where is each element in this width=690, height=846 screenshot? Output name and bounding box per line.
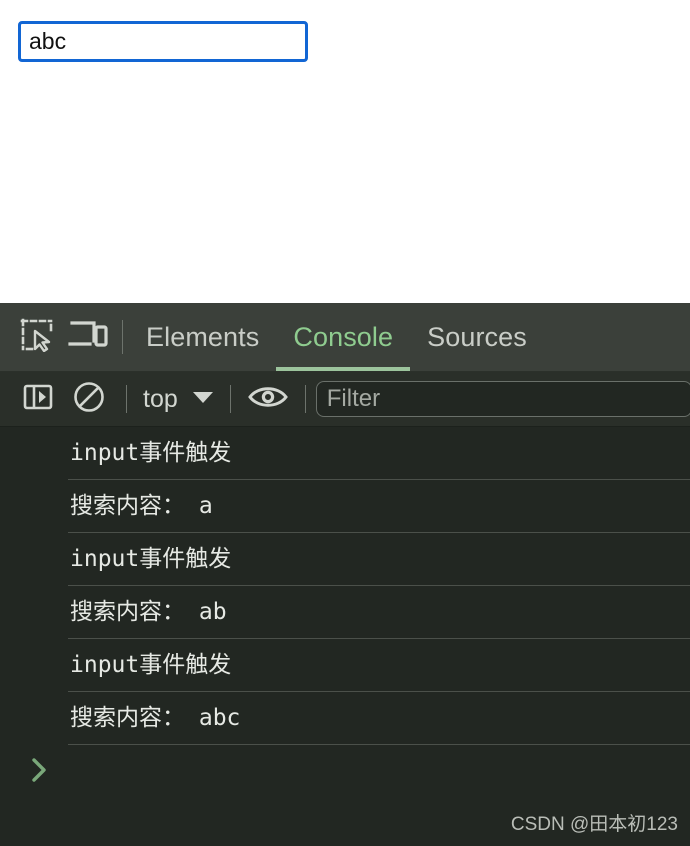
devtools-tabbar: Elements Console Sources bbox=[0, 303, 690, 372]
show-console-sidebar-icon bbox=[22, 381, 54, 418]
console-message-text: 搜索内容： ab bbox=[70, 599, 227, 625]
tabbar-separator bbox=[122, 320, 123, 354]
inspect-element-button[interactable] bbox=[14, 303, 60, 371]
devtools-panel: Elements Console Sources top Filter inpu… bbox=[0, 303, 690, 846]
csdn-watermark: CSDN @田本初123 bbox=[510, 814, 678, 835]
search-input[interactable] bbox=[18, 21, 308, 62]
console-message-text: input事件触发 bbox=[70, 652, 232, 678]
inspect-element-icon bbox=[20, 318, 54, 357]
toolbar-separator-2 bbox=[229, 385, 231, 413]
console-message-text: 搜索内容： abc bbox=[70, 705, 241, 731]
console-prompt[interactable] bbox=[0, 745, 690, 799]
clear-console-icon bbox=[72, 380, 106, 419]
tab-elements[interactable]: Elements bbox=[129, 303, 276, 371]
live-expression-button[interactable] bbox=[239, 372, 297, 426]
console-toolbar: top bbox=[0, 372, 690, 427]
toolbar-separator-3 bbox=[304, 385, 306, 413]
tab-console-label: Console bbox=[293, 321, 394, 352]
device-toolbar-icon bbox=[68, 319, 108, 356]
toolbar-separator-1 bbox=[126, 385, 127, 413]
web-page-area bbox=[0, 0, 690, 303]
console-message-text: input事件触发 bbox=[70, 546, 232, 572]
console-message-text: 搜索内容： a bbox=[70, 493, 213, 519]
console-sidebar-toggle-button[interactable] bbox=[16, 372, 60, 426]
console-message-row[interactable]: input事件触发 bbox=[0, 639, 690, 692]
prompt-chevron-icon bbox=[30, 756, 50, 789]
tab-elements-label: Elements bbox=[146, 321, 260, 352]
console-message-row[interactable]: 搜索内容： abc bbox=[0, 692, 690, 745]
console-message-row[interactable]: input事件触发 bbox=[0, 427, 690, 480]
console-message-row[interactable]: 搜索内容： a bbox=[0, 480, 690, 533]
console-message-text: input事件触发 bbox=[70, 440, 232, 466]
device-toolbar-button[interactable] bbox=[60, 303, 116, 371]
tab-sources[interactable]: Sources bbox=[410, 303, 544, 371]
javascript-context-dropdown[interactable]: top bbox=[135, 372, 222, 426]
live-expression-eye-icon bbox=[247, 383, 288, 416]
console-message-row[interactable]: input事件触发 bbox=[0, 533, 690, 586]
tab-console[interactable]: Console bbox=[276, 303, 410, 371]
clear-console-button[interactable] bbox=[60, 372, 118, 426]
console-filter-input[interactable] bbox=[315, 381, 690, 417]
tab-sources-label: Sources bbox=[427, 321, 527, 352]
javascript-context-label: top bbox=[143, 384, 178, 413]
console-message-row[interactable]: 搜索内容： ab bbox=[0, 586, 690, 639]
console-message-list: input事件触发 搜索内容： a input事件触发 搜索内容： ab inp… bbox=[0, 427, 690, 799]
chevron-down-icon bbox=[192, 390, 214, 409]
